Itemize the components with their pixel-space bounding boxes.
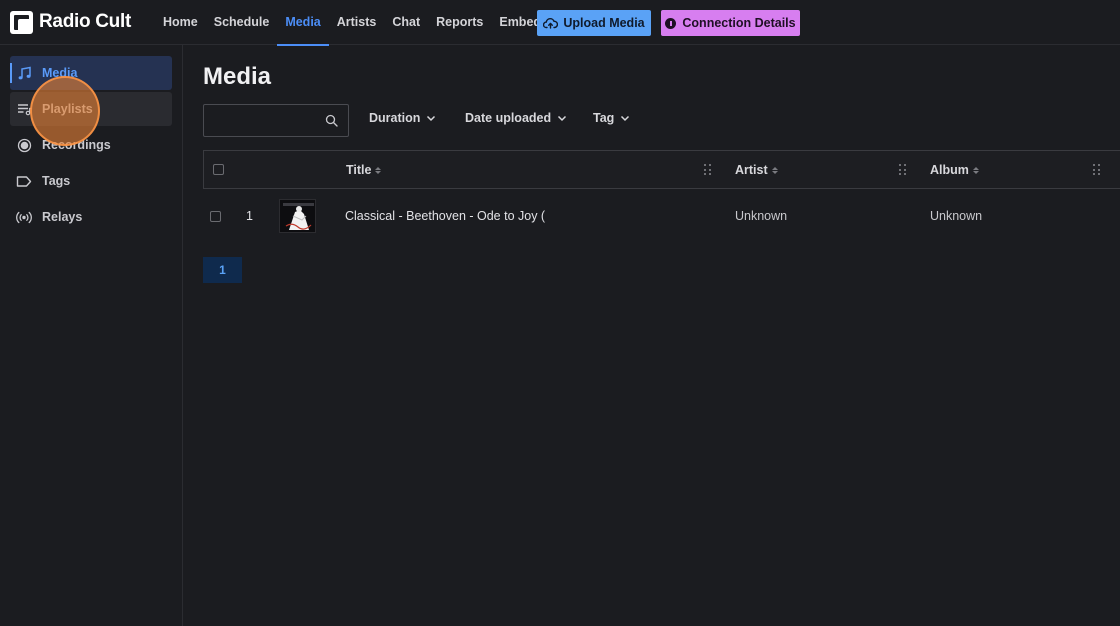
table-header: Title Artist Album — [203, 150, 1120, 189]
nav-reports[interactable]: Reports — [428, 0, 491, 45]
sort-icon — [771, 166, 778, 174]
row-index: 1 — [246, 209, 253, 223]
column-label: Title — [346, 163, 372, 177]
chevron-down-icon — [427, 115, 436, 121]
sidebar-item-label: Relays — [42, 210, 83, 224]
filter-label: Duration — [369, 111, 421, 125]
radio-cult-logo-icon — [10, 10, 33, 34]
table-row[interactable]: 1 Classical - Beethoven - Ode to Joy ( U… — [203, 192, 1120, 240]
filter-label: Date uploaded — [465, 111, 552, 125]
broadcast-icon — [16, 209, 32, 225]
sidebar-item-label: Tags — [42, 174, 71, 188]
sidebar-item-recordings[interactable]: Recordings — [10, 128, 172, 162]
nav-media[interactable]: Media — [277, 0, 330, 46]
sidebar-item-label: Playlists — [42, 102, 93, 116]
sidebar-item-label: Media — [42, 66, 78, 80]
search-icon[interactable] — [325, 114, 338, 127]
row-artist: Unknown — [735, 209, 788, 223]
sidebar-item-playlists[interactable]: Playlists — [10, 92, 172, 126]
row-album: Unknown — [930, 209, 983, 223]
sort-icon — [972, 166, 979, 174]
record-icon — [16, 137, 32, 153]
sidebar-item-label: Recordings — [42, 138, 111, 152]
playlist-icon — [16, 101, 32, 117]
filter-duration[interactable]: Duration — [369, 111, 436, 125]
search-input[interactable] — [204, 105, 322, 136]
music-note-icon — [16, 65, 32, 81]
column-label: Artist — [735, 163, 768, 177]
nav-artists[interactable]: Artists — [329, 0, 385, 45]
column-header-title[interactable]: Title — [346, 163, 382, 177]
album-art-thumbnail — [279, 199, 316, 233]
select-all-checkbox[interactable] — [213, 164, 224, 175]
top-bar: Radio Cult Home Schedule Media Artists C… — [0, 0, 1120, 46]
page-title: Media — [203, 63, 272, 90]
chevron-down-icon — [621, 115, 630, 121]
app-name: Radio Cult — [39, 11, 131, 32]
column-header-artist[interactable]: Artist — [735, 163, 778, 177]
upload-media-label: Upload Media — [563, 16, 645, 30]
filter-label: Tag — [593, 111, 615, 125]
connection-details-button[interactable]: Connection Details — [661, 10, 800, 36]
filter-tag[interactable]: Tag — [593, 111, 630, 125]
sort-icon — [375, 166, 382, 174]
sidebar-item-media[interactable]: Media — [10, 56, 172, 90]
sidebar-item-tags[interactable]: Tags — [10, 164, 172, 198]
logo[interactable]: Radio Cult — [10, 10, 131, 34]
filter-date-uploaded[interactable]: Date uploaded — [465, 111, 567, 125]
column-label: Album — [930, 163, 969, 177]
sidebar-item-relays[interactable]: Relays — [10, 200, 172, 234]
row-checkbox[interactable] — [210, 211, 221, 222]
pagination-page-1[interactable]: 1 — [203, 257, 242, 283]
column-header-album[interactable]: Album — [930, 163, 979, 177]
drag-handle-icon[interactable] — [704, 164, 712, 176]
connection-details-label: Connection Details — [682, 16, 796, 30]
nav-home[interactable]: Home — [155, 0, 206, 45]
chevron-down-icon — [558, 115, 567, 121]
nav-schedule[interactable]: Schedule — [206, 0, 278, 45]
tag-icon — [16, 173, 32, 189]
search-field[interactable] — [203, 104, 349, 137]
nav-chat[interactable]: Chat — [384, 0, 428, 45]
info-icon — [665, 17, 677, 29]
upload-media-button[interactable]: Upload Media — [537, 10, 651, 36]
row-title[interactable]: Classical - Beethoven - Ode to Joy ( — [345, 209, 545, 223]
drag-handle-icon[interactable] — [1093, 164, 1101, 176]
sidebar: Media Playlists Recordings Tags Relays — [0, 45, 183, 626]
main-nav: Home Schedule Media Artists Chat Reports… — [155, 0, 556, 46]
drag-handle-icon[interactable] — [899, 164, 907, 176]
cloud-upload-icon — [543, 18, 559, 29]
